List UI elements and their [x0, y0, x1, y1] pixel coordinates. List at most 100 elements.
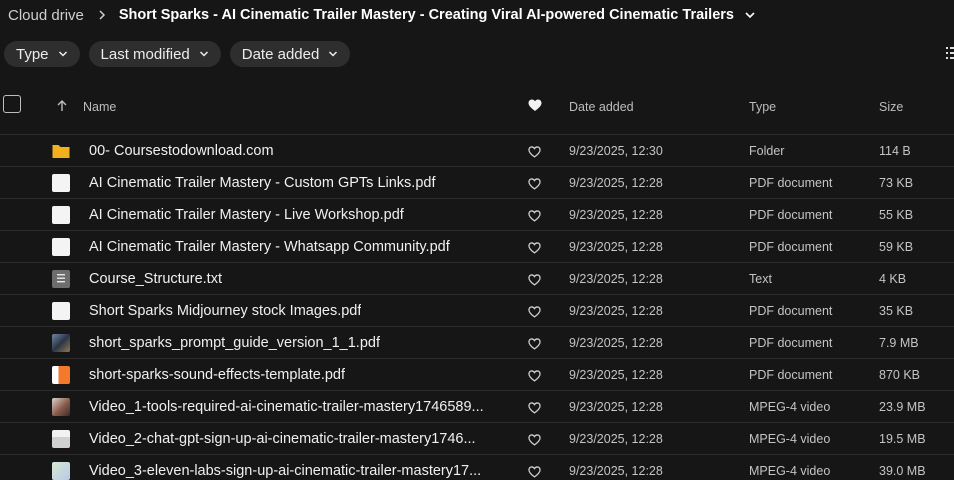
chevron-down-icon [328, 49, 338, 59]
pdf-file-icon [52, 206, 70, 224]
cloud-drive-window: Cloud drive Short Sparks - AI Cinematic … [0, 0, 954, 480]
text-file-icon [52, 270, 70, 288]
file-size: 23.9 MB [879, 400, 926, 414]
date-added: 9/23/2025, 12:28 [569, 400, 663, 414]
file-type: MPEG-4 video [749, 400, 831, 414]
filter-label: Last modified [100, 45, 190, 63]
file-name: short-sparks-sound-effects-template.pdf [89, 367, 346, 383]
video-thumbnail-icon [52, 398, 70, 416]
date-added: 9/23/2025, 12:28 [569, 432, 663, 446]
file-name: Course_Structure.txt [89, 271, 222, 287]
folder-icon [52, 142, 70, 160]
table-row[interactable]: Video_1-tools-required-ai-cinematic-trai… [0, 391, 954, 423]
chevron-down-icon[interactable] [744, 9, 756, 21]
breadcrumb-root-link[interactable]: Cloud drive [8, 7, 84, 24]
sort-ascending-icon[interactable] [56, 99, 68, 111]
pdf-file-icon [52, 238, 70, 256]
date-added: 9/23/2025, 12:28 [569, 464, 663, 478]
file-name: AI Cinematic Trailer Mastery - Whatsapp … [89, 239, 450, 255]
filter-bar: Type Last modified Date added [4, 41, 351, 67]
table-header: Name Date added Type Size [0, 87, 954, 135]
heart-outline-icon[interactable] [528, 465, 541, 478]
filter-type-button[interactable]: Type [4, 41, 80, 67]
file-size: 114 B [879, 144, 911, 158]
file-type: PDF document [749, 368, 833, 382]
filter-date-added-button[interactable]: Date added [229, 41, 351, 67]
table-row[interactable]: 00- Coursestodownload.com 9/23/2025, 12:… [0, 135, 954, 167]
date-added: 9/23/2025, 12:30 [569, 144, 663, 158]
pdf-file-icon [52, 302, 70, 320]
date-added: 9/23/2025, 12:28 [569, 336, 663, 350]
list-view-icon[interactable] [946, 46, 954, 60]
file-name: AI Cinematic Trailer Mastery - Custom GP… [89, 175, 436, 191]
file-size: 4 KB [879, 272, 907, 286]
file-type: PDF document [749, 304, 833, 318]
date-added: 9/23/2025, 12:28 [569, 208, 663, 222]
breadcrumb: Cloud drive Short Sparks - AI Cinematic … [8, 0, 756, 30]
table-row[interactable]: short-sparks-sound-effects-template.pdf … [0, 359, 954, 391]
table-row[interactable]: AI Cinematic Trailer Mastery - Whatsapp … [0, 231, 954, 263]
file-name: AI Cinematic Trailer Mastery - Live Work… [89, 207, 404, 223]
heart-outline-icon[interactable] [528, 177, 541, 190]
video-thumbnail-icon [52, 430, 70, 448]
select-all-checkbox[interactable] [3, 95, 21, 113]
filter-label: Date added [241, 45, 320, 63]
date-added: 9/23/2025, 12:28 [569, 368, 663, 382]
date-added: 9/23/2025, 12:28 [569, 272, 663, 286]
pdf-thumbnail-icon [52, 334, 70, 352]
chevron-down-icon [58, 49, 68, 59]
heart-outline-icon[interactable] [528, 145, 541, 158]
file-size: 59 KB [879, 240, 914, 254]
heart-outline-icon[interactable] [528, 401, 541, 414]
heart-outline-icon[interactable] [528, 337, 541, 350]
table-row[interactable]: short_sparks_prompt_guide_version_1_1.pd… [0, 327, 954, 359]
file-type: PDF document [749, 336, 833, 350]
column-header-name[interactable]: Name [83, 100, 116, 114]
file-size: 19.5 MB [879, 432, 926, 446]
file-type: PDF document [749, 176, 833, 190]
file-name: Video_3-eleven-labs-sign-up-ai-cinematic… [89, 463, 482, 479]
video-thumbnail-icon [52, 462, 70, 480]
chevron-down-icon [199, 49, 209, 59]
heart-outline-icon[interactable] [528, 241, 541, 254]
column-header-date-added[interactable]: Date added [569, 100, 634, 114]
date-added: 9/23/2025, 12:28 [569, 304, 663, 318]
file-size: 73 KB [879, 176, 914, 190]
pdf-file-icon [52, 174, 70, 192]
file-size: 39.0 MB [879, 464, 926, 478]
table-row[interactable]: Video_2-chat-gpt-sign-up-ai-cinematic-tr… [0, 423, 954, 455]
file-name: Video_1-tools-required-ai-cinematic-trai… [89, 399, 484, 415]
file-type: PDF document [749, 208, 833, 222]
column-header-size[interactable]: Size [879, 100, 903, 114]
table-row[interactable]: Short Sparks Midjourney stock Images.pdf… [0, 295, 954, 327]
column-header-type[interactable]: Type [749, 100, 776, 114]
date-added: 9/23/2025, 12:28 [569, 240, 663, 254]
file-size: 870 KB [879, 368, 921, 382]
table-row[interactable]: Course_Structure.txt 9/23/2025, 12:28 Te… [0, 263, 954, 295]
heart-outline-icon[interactable] [528, 369, 541, 382]
file-type: Text [749, 272, 772, 286]
table-row[interactable]: AI Cinematic Trailer Mastery - Custom GP… [0, 167, 954, 199]
filter-last-modified-button[interactable]: Last modified [88, 41, 221, 67]
table-row[interactable]: Video_3-eleven-labs-sign-up-ai-cinematic… [0, 455, 954, 480]
date-added: 9/23/2025, 12:28 [569, 176, 663, 190]
file-type: MPEG-4 video [749, 432, 831, 446]
breadcrumb-current-folder[interactable]: Short Sparks - AI Cinematic Trailer Mast… [119, 7, 734, 23]
file-type: Folder [749, 144, 785, 158]
heart-outline-icon[interactable] [528, 273, 541, 286]
heart-filled-icon[interactable] [528, 99, 542, 112]
file-size: 35 KB [879, 304, 914, 318]
heart-outline-icon[interactable] [528, 209, 541, 222]
heart-outline-icon[interactable] [528, 433, 541, 446]
table-row[interactable]: AI Cinematic Trailer Mastery - Live Work… [0, 199, 954, 231]
pdf-thumbnail-icon [52, 366, 70, 384]
file-type: MPEG-4 video [749, 464, 831, 478]
file-name: 00- Coursestodownload.com [89, 143, 274, 159]
heart-outline-icon[interactable] [528, 305, 541, 318]
file-name: short_sparks_prompt_guide_version_1_1.pd… [89, 335, 380, 351]
file-list: 00- Coursestodownload.com 9/23/2025, 12:… [0, 135, 954, 480]
chevron-right-icon [97, 10, 107, 20]
file-type: PDF document [749, 240, 833, 254]
file-name: Short Sparks Midjourney stock Images.pdf [89, 303, 362, 319]
filter-label: Type [16, 45, 49, 63]
